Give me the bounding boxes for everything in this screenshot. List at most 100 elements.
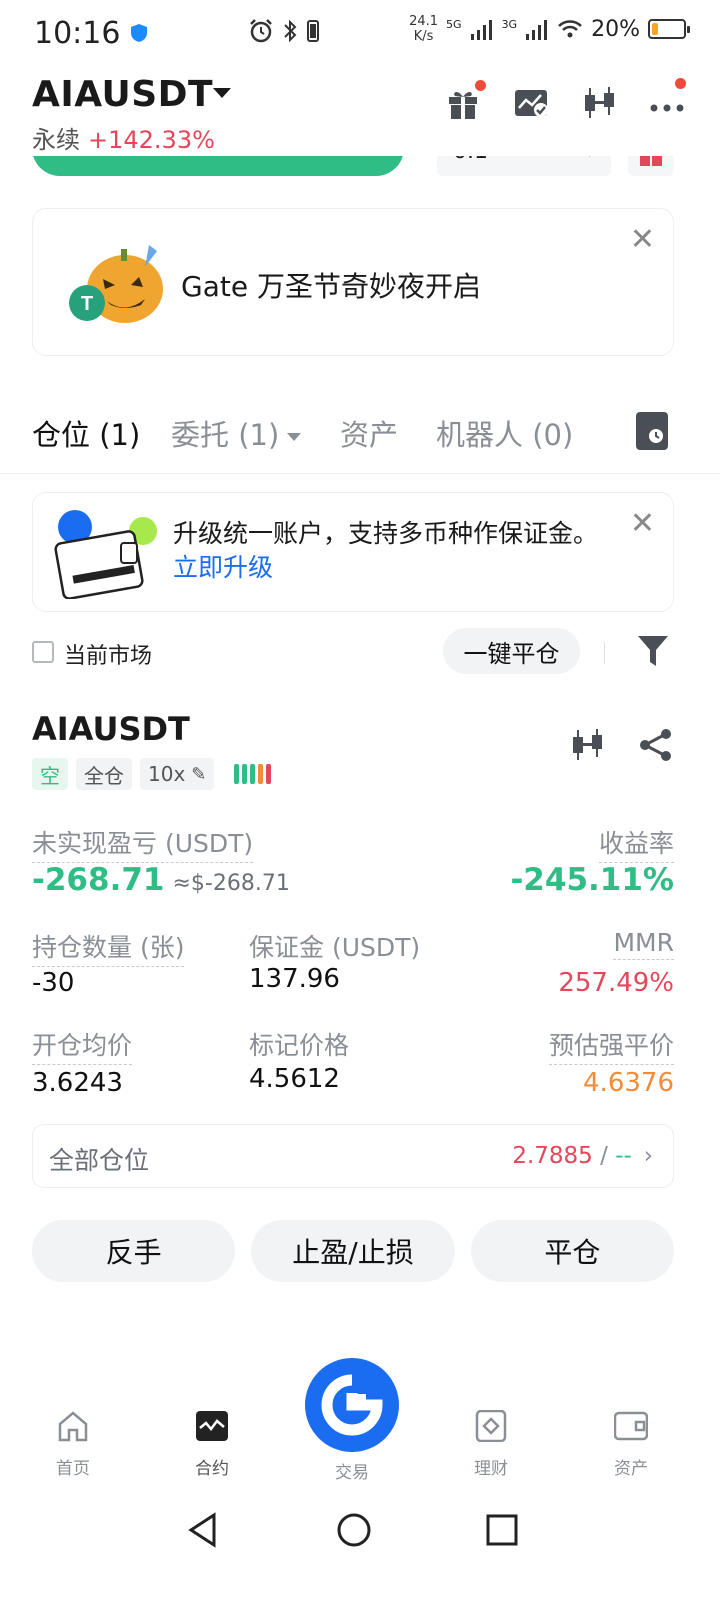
leverage-value: 10x — [148, 762, 186, 786]
signal-icon — [470, 20, 492, 40]
shield-icon — [131, 24, 148, 42]
header: AIAUSDT 永续 +142.33% — [0, 66, 720, 156]
all-positions-separator: / — [592, 1143, 616, 1169]
nav-earn[interactable]: 理财 — [441, 1409, 541, 1479]
caret-down-icon — [287, 433, 302, 441]
unrealized-pnl-label[interactable]: 未实现盈亏 (USDT) — [32, 824, 254, 863]
vibrate-icon — [307, 20, 319, 42]
size-value: -30 — [32, 968, 75, 998]
status-time: 10:16 — [34, 15, 121, 51]
battery-icon — [648, 19, 690, 39]
recents-icon[interactable] — [486, 1514, 518, 1546]
tab-assets[interactable]: 资产 — [340, 412, 398, 454]
more-icon[interactable] — [650, 78, 686, 120]
unrealized-pnl-value: -268.71 — [32, 862, 165, 898]
net-speed-value: 24.1 — [409, 14, 439, 29]
price-change: +142.33% — [88, 126, 215, 154]
pair-subtitle: 永续 +142.33% — [32, 120, 215, 155]
caret-down-icon[interactable] — [213, 88, 231, 98]
trade-button[interactable] — [305, 1358, 399, 1452]
nav-futures[interactable]: 合约 — [162, 1410, 262, 1479]
tab-orders[interactable]: 委托 (1) — [171, 412, 302, 454]
system-nav-bar — [0, 1500, 720, 1600]
signal-label-5g: 5G — [446, 18, 462, 31]
unrealized-pnl: -268.71 ≈$-268.71 — [32, 862, 290, 898]
status-mid-icons — [248, 18, 320, 44]
status-right: 24.1 K/s 5G 3G 20% — [409, 14, 690, 44]
net-speed-unit: K/s — [413, 29, 434, 44]
upgrade-message: 升级统一账户，支持多币种作保证金。 — [173, 519, 599, 548]
tab-bots[interactable]: 机器人 (0) — [436, 412, 573, 454]
notification-dot — [675, 78, 686, 89]
back-icon[interactable] — [186, 1512, 220, 1548]
edit-icon: ✎ — [191, 763, 207, 785]
close-icon[interactable]: ✕ — [630, 225, 655, 255]
upgrade-banner[interactable]: 升级统一账户，支持多币种作保证金。立即升级 ✕ — [32, 492, 674, 612]
filter-icon[interactable] — [636, 632, 670, 670]
promo-banner[interactable]: T Gate 万圣节奇妙夜开启 ✕ — [32, 208, 674, 356]
signal-label-3g: 3G — [501, 18, 518, 31]
margin-label: 保证金 (USDT) — [249, 933, 421, 962]
liq-price-value: 4.6376 — [583, 1068, 674, 1098]
leverage-badge[interactable]: 10x ✎ — [140, 758, 215, 790]
upgrade-text: 升级统一账户，支持多币种作保证金。立即升级 — [173, 517, 623, 585]
entry-price-value: 3.6243 — [32, 1068, 123, 1098]
close-all-button[interactable]: 一键平仓 — [443, 628, 580, 674]
size-label[interactable]: 持仓数量 (张) — [32, 928, 185, 967]
all-positions-tail: -- — [615, 1143, 632, 1169]
chevron-right-icon: › — [643, 1143, 653, 1169]
divider — [604, 642, 605, 664]
current-market-checkbox[interactable] — [32, 641, 54, 663]
filter-row: 当前市场 一键平仓 — [0, 626, 720, 682]
all-positions-label: 全部仓位 — [49, 1146, 150, 1175]
wallet-icon — [613, 1411, 649, 1441]
nav-assets[interactable]: 资产 — [581, 1410, 681, 1479]
tpsl-button[interactable]: 止盈/止损 — [251, 1220, 455, 1282]
share-icon[interactable] — [638, 728, 674, 762]
roe-value: -245.11% — [510, 862, 674, 898]
mmr-label[interactable]: MMR — [613, 928, 674, 960]
gift-icon[interactable] — [446, 80, 486, 120]
nav-home[interactable]: 首页 — [23, 1410, 123, 1479]
mark-price-value: 4.5612 — [249, 1064, 340, 1094]
net-speed: 24.1 K/s — [409, 14, 438, 44]
position-actions — [570, 728, 674, 762]
position-badges: 空 全仓 10x ✎ — [32, 758, 272, 790]
bluetooth-icon — [284, 19, 297, 43]
notification-dot — [475, 80, 486, 91]
risk-level-icon — [234, 764, 272, 784]
contract-type: 永续 — [32, 126, 80, 154]
margin-mode-badge[interactable]: 全仓 — [76, 758, 132, 790]
candlestick-icon[interactable] — [570, 728, 606, 762]
nav-earn-label: 理财 — [474, 1459, 508, 1479]
close-position-button[interactable]: 平仓 — [470, 1220, 674, 1282]
all-positions-value: 2.7885 / -- › — [512, 1143, 653, 1169]
wallet-icon — [54, 510, 157, 599]
reverse-button[interactable]: 反手 — [32, 1220, 236, 1282]
close-icon[interactable]: ✕ — [630, 509, 655, 539]
current-market-label[interactable]: 当前市场 — [64, 638, 152, 670]
alarm-icon — [250, 19, 272, 43]
position-tabs: 仓位 (1) 委托 (1) 资产 机器人 (0) — [0, 400, 720, 474]
home-icon — [58, 1411, 88, 1442]
entry-price-label[interactable]: 开仓均价 — [32, 1026, 133, 1065]
pumpkin-icon: T — [69, 245, 163, 323]
all-positions-row[interactable]: 全部仓位 2.7885 / -- › — [32, 1124, 674, 1188]
position-symbol[interactable]: AIAUSDT — [32, 710, 190, 748]
chart-check-icon[interactable] — [514, 86, 548, 120]
nav-futures-label: 合约 — [195, 1459, 229, 1479]
upgrade-link[interactable]: 立即升级 — [173, 553, 273, 582]
candlestick-icon[interactable] — [582, 86, 616, 120]
nav-home-label: 首页 — [56, 1459, 90, 1479]
pair-selector[interactable]: AIAUSDT — [32, 74, 213, 115]
header-actions — [446, 78, 686, 120]
battery-level — [652, 23, 658, 35]
history-icon[interactable] — [636, 412, 668, 450]
futures-icon — [196, 1411, 228, 1441]
roe-label[interactable]: 收益率 — [598, 824, 674, 863]
liq-price-label[interactable]: 预估强平价 — [548, 1026, 674, 1065]
home-circle-icon[interactable] — [336, 1512, 372, 1548]
status-bar: 10:16 24.1 K/s 5G 3G 20% — [0, 0, 720, 66]
all-positions-amount: 2.7885 — [512, 1143, 593, 1169]
tab-positions[interactable]: 仓位 (1) — [32, 412, 140, 454]
